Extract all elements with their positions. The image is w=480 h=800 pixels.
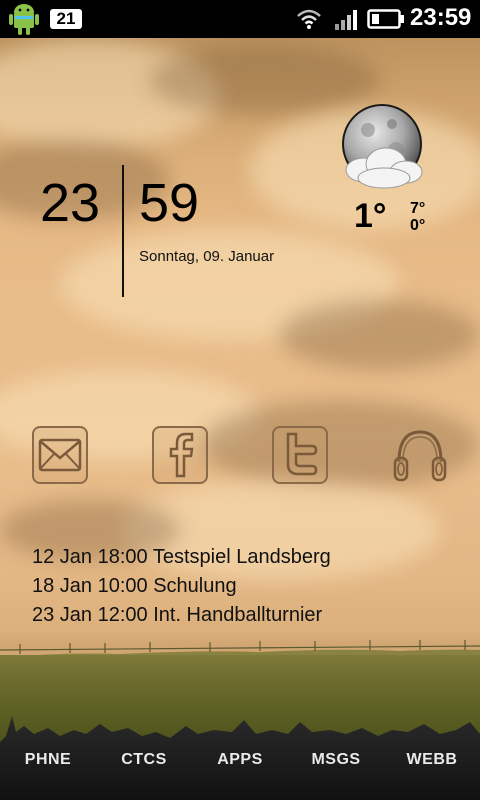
clock-divider bbox=[122, 165, 124, 297]
status-time: 23:59 bbox=[410, 4, 472, 31]
home-screen: 21 23:59 23 59 Sonntag, 09. Januar 1° 7°… bbox=[0, 0, 480, 800]
clock-hours[interactable]: 23 bbox=[40, 170, 100, 236]
mail-icon[interactable] bbox=[30, 424, 90, 486]
weather-high: 7° bbox=[410, 200, 426, 217]
sky-cloud bbox=[0, 40, 220, 150]
dock-web[interactable]: WEBB bbox=[387, 748, 477, 772]
dock-messages[interactable]: MSGS bbox=[291, 748, 381, 772]
signal-icon bbox=[335, 10, 357, 30]
weather-temperature: 1° bbox=[354, 197, 387, 235]
agenda-item[interactable]: 23 Jan 12:00 Int. Handballturnier bbox=[32, 601, 331, 630]
sky-cloud bbox=[280, 300, 480, 370]
dock-phone[interactable]: PHNE bbox=[3, 748, 93, 772]
agenda-item[interactable]: 12 Jan 18:00 Testspiel Landsberg bbox=[32, 543, 331, 572]
dock-apps[interactable]: APPS bbox=[195, 748, 285, 772]
wifi-icon bbox=[297, 9, 321, 29]
android-icon bbox=[9, 4, 39, 35]
clock-date: Sonntag, 09. Januar bbox=[139, 248, 275, 265]
weather-low: 0° bbox=[410, 217, 426, 234]
fence bbox=[0, 640, 480, 654]
moon-cloud-icon[interactable] bbox=[334, 102, 432, 198]
status-bar[interactable]: 21 23:59 bbox=[0, 0, 480, 38]
dock-contacts[interactable]: CTCS bbox=[99, 748, 189, 772]
agenda-item[interactable]: 18 Jan 10:00 Schulung bbox=[32, 572, 331, 601]
battery-icon bbox=[367, 9, 404, 29]
notification-count-badge: 21 bbox=[50, 9, 82, 29]
headphones-icon[interactable] bbox=[390, 424, 450, 486]
facebook-icon[interactable] bbox=[150, 424, 210, 486]
twitter-icon[interactable] bbox=[270, 424, 330, 486]
clock-minutes[interactable]: 59 bbox=[139, 170, 199, 236]
agenda-list[interactable]: 12 Jan 18:00 Testspiel Landsberg 18 Jan … bbox=[32, 543, 331, 630]
